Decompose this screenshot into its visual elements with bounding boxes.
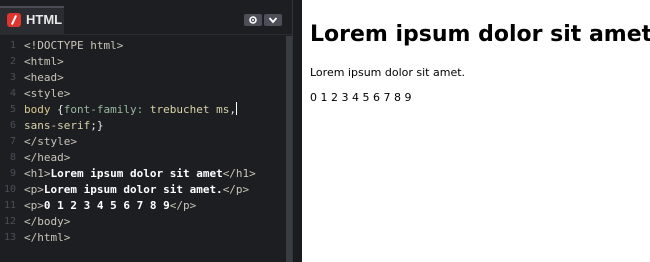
- preview-heading: Lorem ipsum dolor sit amet: [310, 22, 650, 47]
- code-token: <p>: [24, 183, 44, 196]
- code-token: Lorem ipsum dolor sit amet: [50, 167, 223, 180]
- code-token: <head>: [24, 71, 64, 84]
- code-token: ,: [229, 103, 236, 116]
- code-line: <p>0 1 2 3 4 5 6 7 8 9</p>: [24, 198, 286, 214]
- code-line: <!DOCTYPE html>: [24, 38, 286, 54]
- code-token: 0 1 2 3 4 5 6 7 8 9: [43, 199, 170, 212]
- code-line: body {font-family: trebuchet ms,: [24, 102, 286, 118]
- collapse-button[interactable]: [264, 14, 282, 26]
- line-number: 11: [3, 200, 16, 211]
- code-line: <head>: [24, 70, 286, 86]
- code-token: sans-serif: [24, 119, 91, 132]
- code-token: font-family:: [63, 103, 150, 116]
- line-number: 12: [3, 216, 16, 227]
- code-token: </html>: [24, 231, 71, 244]
- code-token: {: [50, 103, 64, 116]
- code-area[interactable]: <!DOCTYPE html> <html> <head> <style> bo…: [24, 38, 286, 246]
- code-line: </style>: [24, 134, 286, 150]
- preview-pane: Lorem ipsum dolor sit amet Lorem ipsum d…: [302, 0, 650, 262]
- preview-paragraph: 0 1 2 3 4 5 6 7 8 9: [310, 91, 412, 104]
- line-number: 6: [9, 120, 16, 131]
- editor-header: HTML: [0, 0, 300, 35]
- line-number: 2: [9, 56, 16, 67]
- code-line: sans-serif;}: [24, 118, 286, 134]
- gear-icon: [249, 16, 257, 24]
- code-token: <!DOCTYPE html>: [24, 39, 124, 52]
- preview-paragraph: Lorem ipsum dolor sit amet.: [310, 66, 466, 79]
- code-token: </p>: [222, 183, 250, 196]
- line-number: 3: [9, 72, 16, 83]
- code-token: <h1>: [24, 167, 51, 180]
- line-number: 10: [3, 184, 16, 195]
- html-editor-pane[interactable]: HTML 1 2 3 4 5 6 7 8 9 10 11 12 13 <!DOC…: [0, 0, 300, 262]
- code-token: body: [24, 103, 51, 116]
- code-token: <style>: [24, 87, 71, 100]
- line-number: 8: [9, 152, 16, 163]
- code-token: <p>: [24, 199, 44, 212]
- text-cursor: [235, 102, 237, 115]
- code-line: <html>: [24, 54, 286, 70]
- line-number-gutter: 1 2 3 4 5 6 7 8 9 10 11 12 13: [0, 36, 20, 262]
- code-token: </p>: [169, 199, 197, 212]
- tab-html[interactable]: HTML: [0, 6, 64, 34]
- html-logo-icon: [7, 13, 21, 27]
- line-number: 4: [9, 88, 16, 99]
- line-number: 5: [9, 104, 16, 115]
- code-token: </head>: [24, 151, 71, 164]
- line-number: 1: [9, 40, 16, 51]
- line-number: 7: [9, 136, 16, 147]
- settings-button[interactable]: [244, 14, 262, 26]
- code-token: </body>: [24, 215, 71, 228]
- chevron-down-icon: [268, 17, 278, 24]
- code-token: </style>: [24, 135, 77, 148]
- code-token: Lorem ipsum dolor sit amet.: [43, 183, 223, 196]
- code-token: trebuchet ms: [149, 103, 230, 116]
- code-line: <h1>Lorem ipsum dolor sit amet</h1>: [24, 166, 286, 182]
- code-line: <style>: [24, 86, 286, 102]
- code-token: ;}: [90, 119, 104, 132]
- line-number: 9: [9, 168, 16, 179]
- line-number: 13: [3, 232, 16, 243]
- code-token: <html>: [24, 55, 64, 68]
- tab-label: HTML: [26, 12, 63, 27]
- code-line: </head>: [24, 150, 286, 166]
- code-token: </h1>: [222, 167, 256, 180]
- code-line: <p>Lorem ipsum dolor sit amet.</p>: [24, 182, 286, 198]
- code-line: </body>: [24, 214, 286, 230]
- code-line: </html>: [24, 230, 286, 246]
